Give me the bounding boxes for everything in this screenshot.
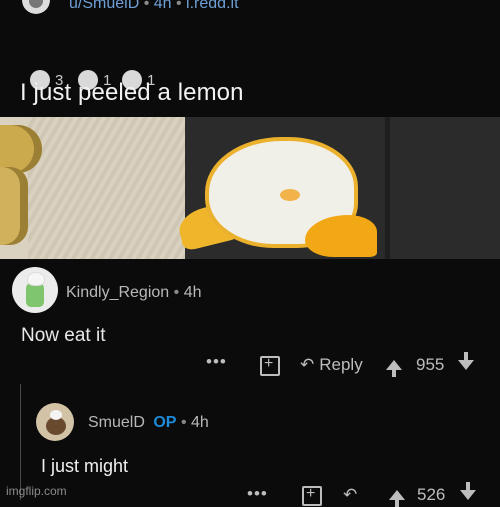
comment-actions: ••• ↶ Reply 955 bbox=[0, 352, 500, 380]
reply-downvote-icon bbox=[460, 482, 476, 500]
reply-meta-separator: • bbox=[180, 414, 191, 431]
op-avatar[interactable] bbox=[22, 0, 50, 14]
post-image[interactable] bbox=[0, 117, 500, 259]
comment-body: Now eat it bbox=[21, 325, 106, 346]
post-meta-separator: • bbox=[143, 0, 154, 12]
lemon-seed bbox=[280, 189, 300, 201]
gold-holder-lower bbox=[0, 167, 28, 245]
watermark: imgflip.com bbox=[6, 484, 67, 498]
reply-reply-button[interactable]: ↶ bbox=[343, 485, 357, 505]
reply-downvote-button[interactable] bbox=[460, 482, 476, 500]
post-age: 4h bbox=[153, 0, 172, 12]
upvote-icon bbox=[386, 360, 402, 377]
reply-gift-icon bbox=[302, 485, 322, 506]
reply-actions: ••• ↶ 526 bbox=[0, 480, 500, 507]
reply-avatar[interactable] bbox=[36, 403, 74, 441]
reply-body: I just might bbox=[41, 456, 129, 476]
reply-arrow-icon: ↶ bbox=[343, 485, 358, 504]
comment-score: 955 bbox=[416, 355, 445, 374]
comment-meta-separator: • bbox=[173, 284, 184, 301]
comment-avatar[interactable] bbox=[12, 267, 58, 313]
post-domain[interactable]: i.redd.it bbox=[186, 0, 238, 12]
reply-more-button[interactable]: ••• bbox=[247, 484, 268, 504]
post-meta-separator: • bbox=[176, 0, 187, 12]
upvote-button[interactable] bbox=[386, 360, 402, 377]
reply-score: 526 bbox=[417, 485, 446, 504]
downvote-icon bbox=[458, 352, 474, 370]
op-badge: OP bbox=[153, 414, 177, 431]
reply-label: Reply bbox=[319, 355, 363, 374]
reply-gift-button[interactable] bbox=[302, 485, 322, 506]
post-author-meta[interactable]: u/SmuelD • 4h • i.redd.it bbox=[69, 0, 239, 13]
reply-button[interactable]: ↶ Reply bbox=[300, 355, 363, 375]
comment-meta[interactable]: Kindly_Region • 4h bbox=[66, 284, 201, 302]
downvote-button[interactable] bbox=[458, 352, 474, 370]
post-header: u/SmuelD • 4h • i.redd.it bbox=[0, 0, 500, 28]
post-title[interactable]: I just peeled a lemon bbox=[20, 79, 244, 107]
post-author[interactable]: u/SmuelD bbox=[69, 0, 139, 12]
comment-age: 4h bbox=[183, 284, 202, 301]
awards-row: 3 1 1 bbox=[0, 33, 500, 90]
reply-meta[interactable]: SmuelD OP • 4h bbox=[88, 414, 209, 432]
reply-upvote-button[interactable] bbox=[389, 490, 405, 507]
reply-icon: ↶ bbox=[300, 355, 315, 374]
comment-more-button[interactable]: ••• bbox=[206, 352, 227, 372]
reply-author[interactable]: SmuelD bbox=[88, 414, 145, 431]
reply-age: 4h bbox=[190, 414, 209, 431]
gift-button[interactable] bbox=[260, 355, 280, 376]
reply-upvote-icon bbox=[389, 490, 405, 507]
gift-icon bbox=[260, 355, 280, 376]
comment-author[interactable]: Kindly_Region bbox=[66, 284, 169, 301]
